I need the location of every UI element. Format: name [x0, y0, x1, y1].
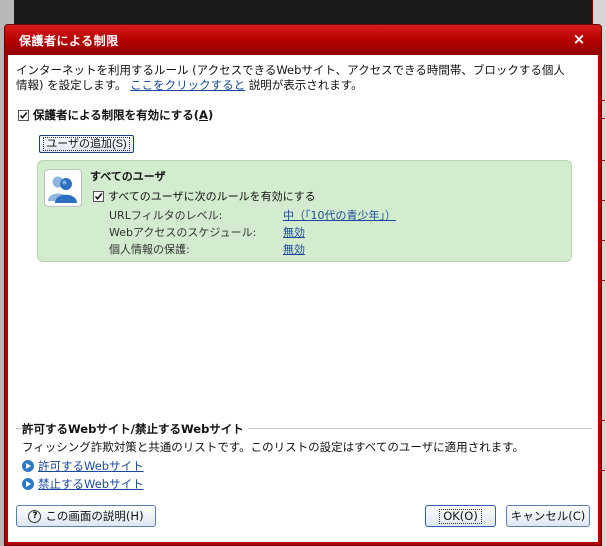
description: インターネットを利用するルール (アクセスできるWebサイト、アクセスできる時間… — [16, 63, 596, 93]
title-bar[interactable]: 保護者による制限 × — [5, 25, 601, 55]
cancel-button-label: キャンセル(C) — [510, 509, 586, 523]
sites-heading: 許可するWebサイト/禁止するWebサイト — [22, 421, 248, 437]
url-filter-level-link[interactable]: 中（「10代の青少年」） — [283, 207, 396, 223]
user-rules-panel: すべてのユーザ すべてのユーザに次のルールを有効にする URLフィルタのレベル:… — [37, 160, 572, 262]
allowed-sites-label[interactable]: 許可するWebサイト — [38, 458, 144, 474]
url-filter-label: URLフィルタのレベル: — [109, 209, 223, 222]
enable-label: 保護者による制限を有効にする( — [33, 108, 200, 122]
checkbox-checked-icon[interactable] — [93, 190, 104, 202]
web-schedule-link[interactable]: 無効 — [283, 224, 305, 240]
web-schedule-label: Webアクセスのスケジュール: — [109, 226, 257, 239]
dialog-body: インターネットを利用するルール (アクセスできるWebサイト、アクセスできる時間… — [8, 55, 598, 542]
blocked-sites-label[interactable]: 禁止するWebサイト — [38, 476, 144, 492]
enable-rules-label: すべてのユーザに次のルールを有効にする — [108, 190, 316, 203]
enable-rules-checkbox[interactable]: すべてのユーザに次のルールを有効にする — [93, 188, 316, 204]
sites-description: フィッシング詐欺対策と共通のリストです。このリストの設定はすべてのユーザに適用さ… — [22, 440, 524, 454]
add-user-button[interactable]: ユーザの追加(S) — [39, 135, 134, 153]
description-line-2: 情報) を設定します。 — [16, 78, 127, 92]
description-line-2-end: 説明が表示されます。 — [248, 78, 363, 92]
close-icon[interactable]: × — [569, 30, 589, 48]
help-link[interactable]: ここをクリックすると — [130, 78, 245, 92]
description-line-1: インターネットを利用するルール (アクセスできるWebサイト、アクセスできる時間… — [16, 63, 565, 77]
enable-label-end: ) — [207, 108, 214, 122]
arrow-right-icon — [22, 460, 34, 472]
cancel-button[interactable]: キャンセル(C) — [506, 505, 590, 527]
users-avatar-icon — [44, 169, 82, 207]
question-icon: ? — [28, 509, 42, 523]
arrow-right-icon — [22, 478, 34, 490]
enable-parental-controls-checkbox[interactable]: 保護者による制限を有効にする(A) — [18, 107, 213, 123]
privacy-label: 個人情報の保護: — [109, 243, 190, 256]
allowed-sites-link[interactable]: 許可するWebサイト — [22, 458, 144, 474]
blocked-sites-link[interactable]: 禁止するWebサイト — [22, 476, 144, 492]
privacy-link[interactable]: 無効 — [283, 241, 305, 257]
dialog-title: 保護者による制限 — [19, 34, 119, 48]
help-button-label: この画面の説明(H) — [45, 509, 144, 523]
parental-controls-dialog: 保護者による制限 × インターネットを利用するルール (アクセスできるWebサイ… — [4, 24, 602, 546]
user-name: すべてのユーザ — [90, 170, 166, 183]
ok-button[interactable]: OK(O) — [425, 505, 496, 527]
checkbox-checked-icon[interactable] — [18, 109, 29, 121]
add-user-label: ユーザの追加(S) — [43, 137, 130, 151]
enable-accelerator: A — [199, 108, 208, 122]
ok-button-label: OK(O) — [439, 508, 482, 524]
help-button[interactable]: ? この画面の説明(H) — [16, 505, 156, 527]
